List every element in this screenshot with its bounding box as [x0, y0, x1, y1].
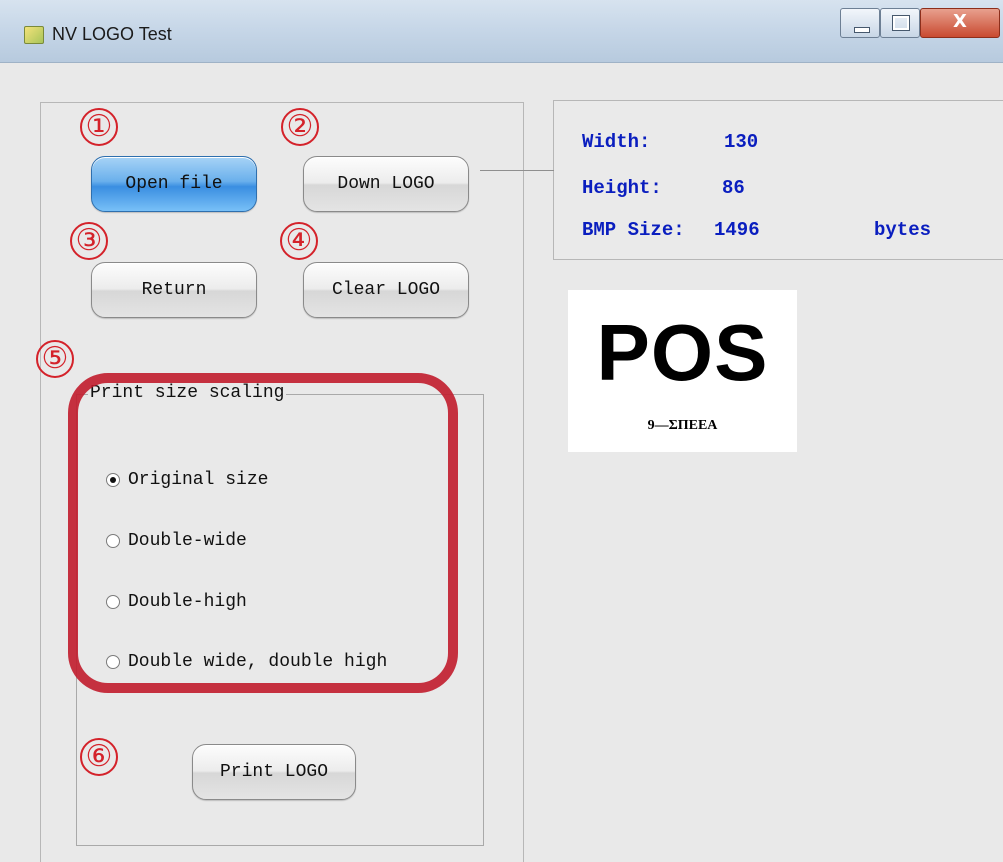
- maximize-icon: [892, 15, 910, 31]
- step-marker-5: ⑤: [36, 340, 74, 378]
- return-button[interactable]: Return: [91, 262, 257, 318]
- width-value: 130: [724, 131, 759, 153]
- down-logo-button[interactable]: Down LOGO: [303, 156, 469, 212]
- logo-preview-sub-text: 9—ΣΠΕΕΑ: [647, 418, 718, 433]
- step-marker-3: ③: [70, 222, 108, 260]
- bitmap-info-box: Width: 130 Height: 86 BMP Size: 1496 byt…: [553, 100, 1003, 260]
- highlight-outline: [68, 373, 458, 693]
- app-icon: [24, 26, 44, 44]
- height-value: 86: [722, 177, 745, 199]
- step-marker-2: ②: [281, 108, 319, 146]
- bmp-size-unit: bytes: [874, 219, 932, 241]
- logo-preview-main-text: POS: [596, 308, 769, 397]
- step-marker-1: ①: [80, 108, 118, 146]
- logo-preview: POS 9—ΣΠΕΕΑ: [568, 290, 797, 452]
- maximize-button[interactable]: [880, 8, 920, 38]
- minimize-button[interactable]: [840, 8, 880, 38]
- bmp-size-value: 1496: [714, 219, 760, 241]
- bmp-size-label: BMP Size:: [582, 219, 685, 241]
- height-label: Height:: [582, 177, 662, 199]
- connector-line: [480, 170, 554, 171]
- main-window: NV LOGO Test X Width: 130 Height: 86 BMP…: [0, 0, 1003, 862]
- width-label: Width:: [582, 131, 651, 153]
- window-title: NV LOGO Test: [52, 24, 172, 44]
- minimize-icon: [854, 27, 870, 33]
- close-button[interactable]: X: [920, 8, 1000, 38]
- title-bar[interactable]: NV LOGO Test X: [0, 0, 1003, 63]
- clear-logo-button[interactable]: Clear LOGO: [303, 262, 469, 318]
- open-file-button[interactable]: Open file: [91, 156, 257, 212]
- print-logo-button[interactable]: Print LOGO: [192, 744, 356, 800]
- step-marker-4: ④: [280, 222, 318, 260]
- close-icon: X: [953, 11, 967, 32]
